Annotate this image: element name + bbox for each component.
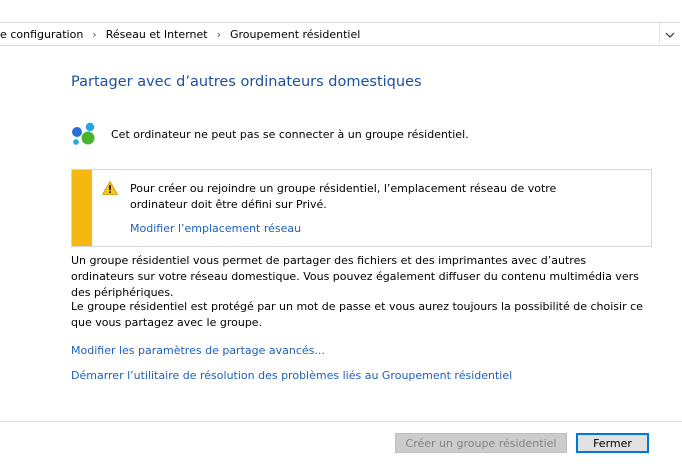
breadcrumb-separator: › bbox=[92, 27, 97, 41]
breadcrumb-item-network[interactable]: Réseau et Internet bbox=[106, 28, 208, 41]
create-homegroup-button[interactable]: Créer un groupe résidentiel bbox=[395, 433, 567, 453]
warning-icon bbox=[101, 180, 119, 198]
status-row: Cet ordinateur ne peut pas se connecter … bbox=[71, 120, 469, 149]
address-dropdown-button[interactable] bbox=[659, 23, 680, 45]
breadcrumb-item-homegroup[interactable]: Groupement résidentiel bbox=[230, 28, 360, 41]
chevron-down-icon bbox=[665, 28, 675, 41]
warning-box: Pour créer ou rejoindre un groupe réside… bbox=[71, 169, 652, 247]
breadcrumb-separator: › bbox=[216, 27, 221, 41]
advanced-sharing-settings-link[interactable]: Modifier les paramètres de partage avanc… bbox=[71, 344, 325, 357]
breadcrumb-item-control-panel[interactable]: le configuration bbox=[0, 28, 83, 41]
homegroup-troubleshooter-link[interactable]: Démarrer l’utilitaire de résolution des … bbox=[71, 369, 512, 382]
homegroup-icon bbox=[71, 120, 99, 149]
warning-stripe bbox=[72, 170, 92, 246]
description-paragraph-1: Un groupe résidentiel vous permet de par… bbox=[71, 254, 639, 299]
status-text: Cet ordinateur ne peut pas se connecter … bbox=[111, 128, 469, 141]
close-button[interactable]: Fermer bbox=[576, 433, 649, 453]
address-bar[interactable]: le configuration › Réseau et Internet › … bbox=[0, 22, 680, 46]
warning-text: Pour créer ou rejoindre un groupe réside… bbox=[130, 182, 557, 211]
description-paragraph-2: Le groupe résidentiel est protégé par un… bbox=[71, 300, 643, 329]
page-title: Partager avec d’autres ordinateurs domes… bbox=[71, 74, 422, 90]
change-network-location-link[interactable]: Modifier l’emplacement réseau bbox=[130, 222, 301, 235]
button-bar: Créer un groupe résidentiel Fermer bbox=[0, 421, 682, 470]
